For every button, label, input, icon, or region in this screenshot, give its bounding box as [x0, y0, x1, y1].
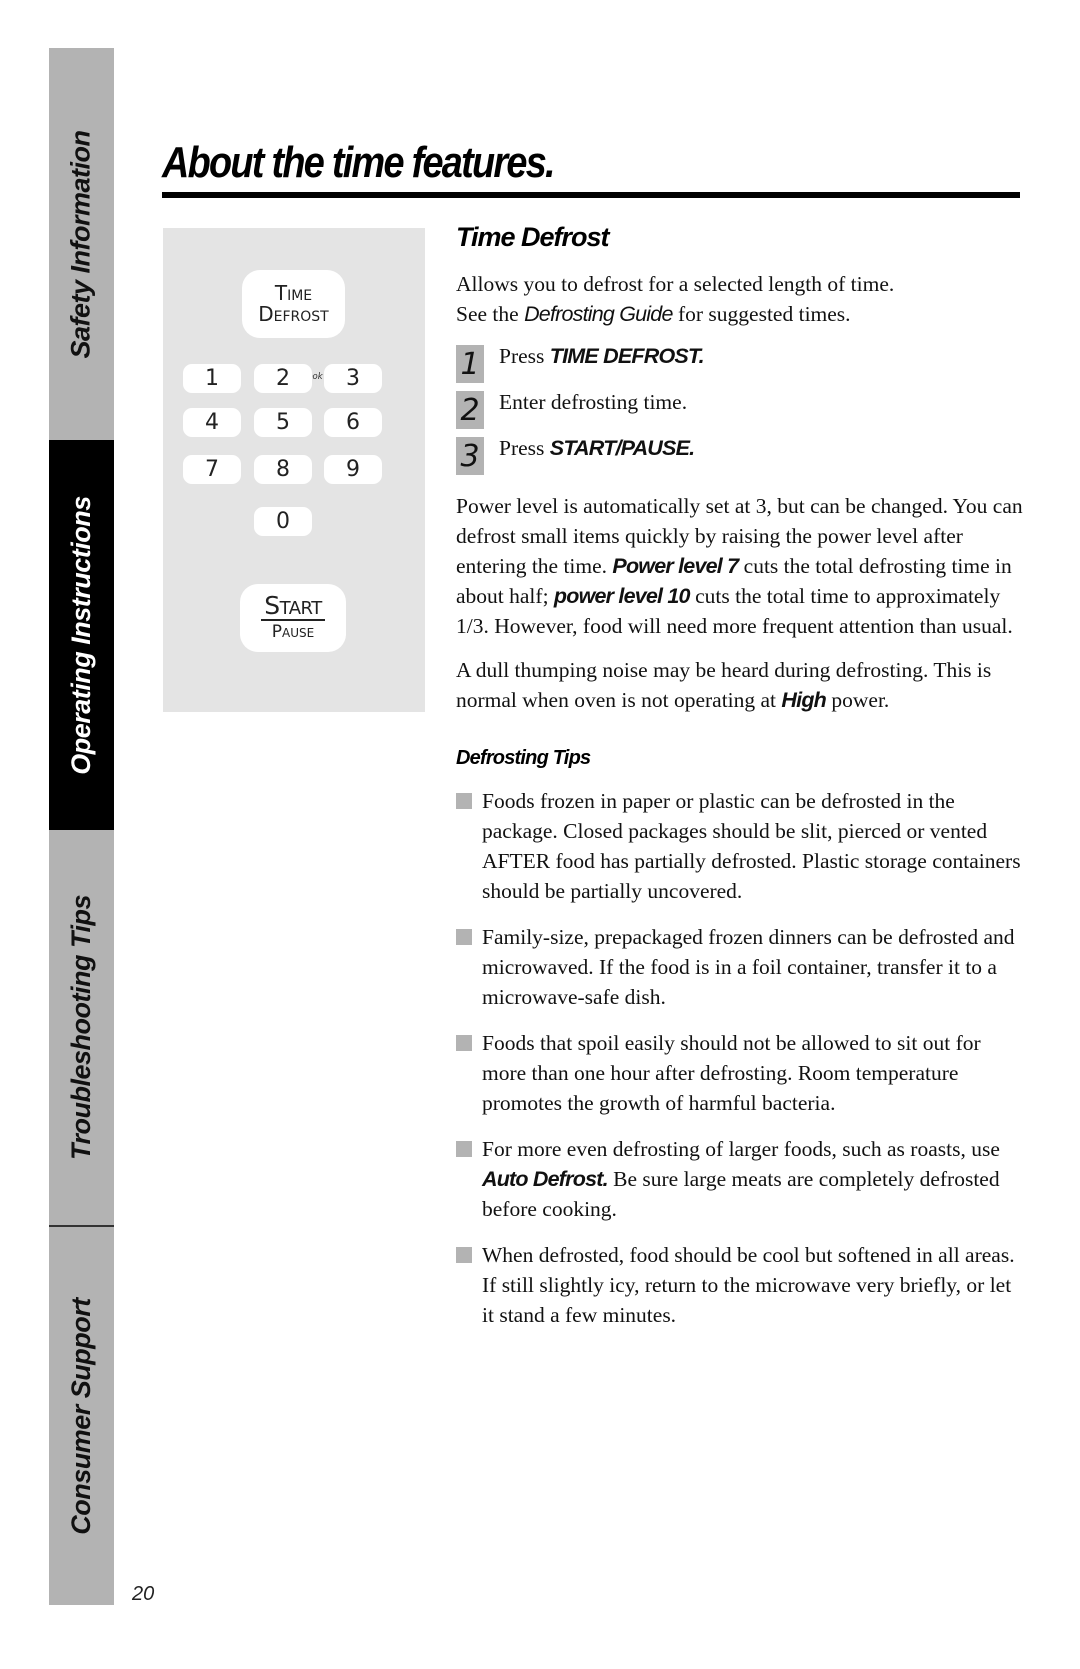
- defrosting-tips-list: Foods frozen in paper or plastic can be …: [456, 786, 1026, 1330]
- digit-key-9: 9: [324, 455, 382, 484]
- time-defrost-key: Time Defrost: [242, 270, 345, 338]
- digit-key-4: 4: [183, 408, 241, 437]
- intro-paragraph: Allows you to defrost for a selected len…: [456, 269, 1026, 329]
- tab-safety-information[interactable]: Safety Information: [49, 48, 114, 440]
- step-number-badge: 3: [456, 437, 484, 475]
- step-item: 2 Enter defrosting time.: [456, 387, 1026, 433]
- tip-item: For more even defrosting of larger foods…: [456, 1134, 1026, 1224]
- step-button-name: START/PAUSE.: [549, 436, 695, 460]
- page-title: About the time features.: [162, 138, 556, 187]
- text-run: A dull thumping noise may be heard durin…: [456, 658, 992, 712]
- digit-key-5: 5: [254, 408, 312, 437]
- power-level-paragraph: Power level is automatically set at 3, b…: [456, 491, 1026, 641]
- square-bullet-icon: [456, 793, 472, 809]
- tip-text: For more even defrosting of larger foods…: [482, 1134, 1026, 1224]
- text-run: For more even defrosting of larger foods…: [482, 1137, 1000, 1161]
- digit-key-3: 3: [324, 364, 382, 393]
- text-run: Foods frozen in paper or plastic can be …: [482, 789, 1021, 903]
- text-run: power.: [826, 688, 890, 712]
- step-text-plain: Press: [499, 344, 550, 368]
- intro-line2-post: for suggested times.: [672, 302, 851, 326]
- keypad-illustration: Time Defrost Express Cook 1 2 3 4 5 6 7 …: [163, 228, 425, 712]
- text-run: When defrosted, food should be cool but …: [482, 1243, 1015, 1327]
- steps-list: 1 Press TIME DEFROST. 2 Enter defrosting…: [456, 341, 1026, 479]
- tip-text: Foods that spoil easily should not be al…: [482, 1028, 1026, 1118]
- digit-key-7: 7: [183, 455, 241, 484]
- step-text: Enter defrosting time.: [499, 387, 687, 417]
- tab-troubleshooting-tips[interactable]: Troubleshooting Tips: [49, 830, 114, 1225]
- tab-consumer-support[interactable]: Consumer Support: [49, 1227, 114, 1605]
- pause-label: Pause: [271, 622, 315, 642]
- tip-text: Foods frozen in paper or plastic can be …: [482, 786, 1026, 906]
- high-power-emphasis: High: [781, 688, 826, 712]
- square-bullet-icon: [456, 929, 472, 945]
- digit-key-1: 1: [183, 364, 241, 393]
- defrosting-tips-heading: Defrosting Tips: [456, 747, 591, 769]
- start-pause-key: Start Pause: [240, 584, 346, 652]
- main-content: Time Defrost Allows you to defrost for a…: [456, 222, 1026, 1346]
- step-item: 3 Press START/PAUSE.: [456, 433, 1026, 479]
- step-text-plain: Enter defrosting time.: [499, 390, 688, 414]
- square-bullet-icon: [456, 1141, 472, 1157]
- tip-item: Foods that spoil easily should not be al…: [456, 1028, 1026, 1118]
- power-level-10-emphasis: power level 10: [553, 584, 691, 608]
- tip-text: Family-size, prepackaged frozen dinners …: [482, 922, 1026, 1012]
- tab-label: Safety Information: [66, 129, 96, 359]
- tip-item: Family-size, prepackaged frozen dinners …: [456, 922, 1026, 1012]
- page-number: 20: [132, 1583, 155, 1605]
- step-item: 1 Press TIME DEFROST.: [456, 341, 1026, 387]
- tab-label: Operating Instructions: [66, 495, 96, 775]
- text-run: Family-size, prepackaged frozen dinners …: [482, 925, 1015, 1009]
- time-defrost-key-line2: Defrost: [258, 302, 329, 326]
- section-sidebar: Safety Information Operating Instruction…: [49, 48, 114, 1605]
- start-label: Start: [261, 593, 325, 621]
- defrosting-guide-ref: Defrosting Guide: [524, 302, 673, 326]
- power-level-7-emphasis: Power level 7: [612, 554, 739, 578]
- step-number-badge: 2: [456, 391, 484, 429]
- auto-defrost-emphasis: Auto Defrost.: [482, 1167, 609, 1191]
- square-bullet-icon: [456, 1035, 472, 1051]
- tip-item: When defrosted, food should be cool but …: [456, 1240, 1026, 1330]
- digit-key-0: 0: [254, 507, 312, 536]
- digit-key-2: 2: [254, 364, 312, 393]
- intro-line1: Allows you to defrost for a selected len…: [456, 272, 895, 296]
- tip-text: When defrosted, food should be cool but …: [482, 1240, 1026, 1330]
- step-text-plain: Press: [499, 436, 550, 460]
- step-number-badge: 1: [456, 345, 484, 383]
- digit-key-8: 8: [254, 455, 312, 484]
- intro-line2-pre: See the: [456, 302, 525, 326]
- tab-label: Troubleshooting Tips: [66, 895, 96, 1160]
- section-heading: Time Defrost: [456, 222, 610, 252]
- time-defrost-key-line1: Time: [274, 281, 313, 305]
- square-bullet-icon: [456, 1247, 472, 1263]
- step-text: Press START/PAUSE.: [499, 433, 695, 463]
- digit-key-6: 6: [324, 408, 382, 437]
- step-button-name: TIME DEFROST.: [549, 344, 705, 368]
- title-rule: [162, 192, 1020, 198]
- tab-label: Consumer Support: [66, 1297, 97, 1535]
- tip-item: Foods frozen in paper or plastic can be …: [456, 786, 1026, 906]
- noise-paragraph: A dull thumping noise may be heard durin…: [456, 655, 1026, 715]
- text-run: Foods that spoil easily should not be al…: [482, 1031, 981, 1115]
- step-text: Press TIME DEFROST.: [499, 341, 705, 371]
- tab-operating-instructions[interactable]: Operating Instructions: [49, 440, 114, 830]
